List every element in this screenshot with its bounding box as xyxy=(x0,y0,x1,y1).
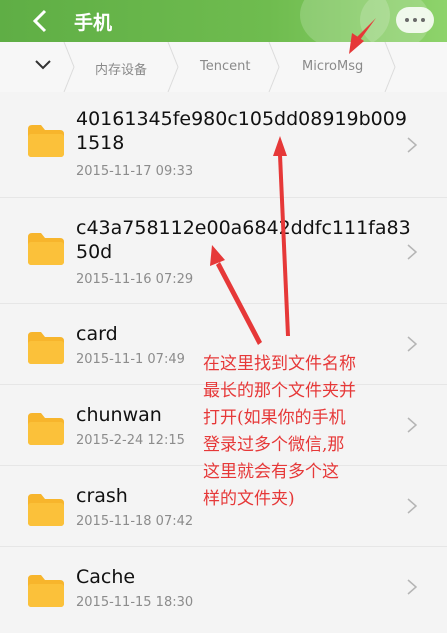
arrow-to-longest-folder xyxy=(278,155,290,336)
annotation-line: 登录过多个微信,那 xyxy=(203,435,345,455)
arrow-to-micromsg xyxy=(356,18,376,40)
annotation-line: 这里就会有多个这 xyxy=(203,462,339,482)
annotation-note: 在这里找到文件名称 最长的那个文件夹并 打开(如果你的手机 登录过多个微信,那 … xyxy=(203,351,443,513)
arrow-to-second-folder xyxy=(216,262,262,345)
annotation-line: 最长的那个文件夹并 xyxy=(203,381,356,401)
annotation-line: 在这里找到文件名称 xyxy=(203,354,356,374)
annotation-line: 样的文件夹) xyxy=(203,489,295,509)
annotation-line: 打开(如果你的手机 xyxy=(203,408,346,428)
annotation-arrows xyxy=(210,18,376,345)
